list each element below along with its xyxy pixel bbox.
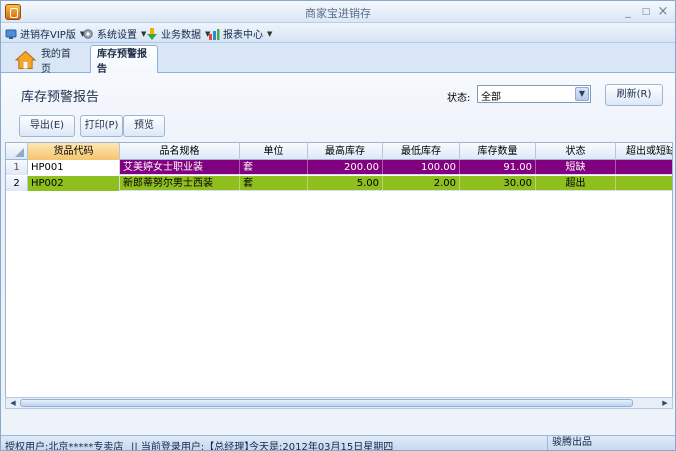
cell-name[interactable]: 艾美婷女士职业装 [120,160,240,175]
chevron-down-icon: ▼ [267,29,273,38]
status-filter-label: 状态: [447,93,471,104]
print-button[interactable]: 打印(P) [80,115,123,137]
gear-icon [83,28,93,39]
download-arrow-icon [147,27,157,40]
scroll-left-icon[interactable]: ◀ [7,398,19,408]
report-panel: 库存预警报告 状态: 全部 ▼ 刷新(R) 导出(E) 打印(P) 预览 货品代… [1,73,675,435]
menu-business-data[interactable]: 业务数据 ▼ [146,26,210,41]
row-index: 2 [6,176,28,191]
scrollbar-thumb[interactable] [20,399,633,407]
menu-system-settings[interactable]: 系统设置 ▼ [82,26,146,41]
cell-max-stock[interactable]: 5.00 [308,176,383,191]
window-title: 商家宝进销存 [305,7,371,20]
cell-unit[interactable]: 套 [240,160,308,175]
page-title: 库存预警报告 [21,90,100,105]
cell-name[interactable]: 新郎蒂努尔男士西装 [120,176,240,191]
bar-chart-icon [209,28,220,40]
tab-inventory-alert-report[interactable]: 库存预警报告 [90,45,158,75]
select-all-corner[interactable] [6,143,28,160]
column-header-excess-shortage[interactable]: 超出或短缺 [616,143,672,160]
menu-label: 业务数据 [161,30,201,41]
table-header: 货品代码 品名规格 单位 最高库存 最低库存 库存数量 状态 超出或短缺 [6,143,672,160]
title-bar: 商家宝进销存 _ □ × [1,1,675,23]
menu-vip-edition[interactable]: 进销存VIP版 ▼ [5,26,85,41]
inventory-alert-table[interactable]: 货品代码 品名规格 单位 最高库存 最低库存 库存数量 状态 超出或短缺 1 H… [5,142,673,406]
export-button[interactable]: 导出(E) [19,115,75,137]
minimize-button[interactable]: _ [621,5,635,19]
tab-home[interactable]: 我的首页 [9,45,85,75]
status-bar: 授权用户:北京*****专卖店 || 当前登录用户:【总经理】 今天是:2012… [1,435,675,450]
tab-active-label: 库存预警报告 [97,49,147,75]
cell-status[interactable]: 短缺 [536,160,616,175]
menu-label: 报表中心 [223,30,263,41]
column-header-unit[interactable]: 单位 [240,143,308,160]
cell-unit[interactable]: 套 [240,176,308,191]
cell-excess-shortage[interactable] [616,160,672,175]
close-button[interactable]: × [656,5,670,19]
column-header-quantity[interactable]: 库存数量 [460,143,536,160]
refresh-button[interactable]: 刷新(R) [605,84,663,106]
menu-label: 系统设置 [97,30,137,41]
cell-quantity[interactable]: 30.00 [460,176,536,191]
home-icon [15,50,36,69]
vendor-text: 骏腾出品 QQ:1219008229 [547,436,675,450]
cell-excess-shortage[interactable] [616,176,672,191]
status-filter-value: 全部 [481,92,501,103]
monitor-icon [5,29,17,39]
menu-label: 进销存VIP版 [20,30,76,41]
table-row[interactable]: 1 HP001 艾美婷女士职业装 套 200.00 100.00 91.00 短… [6,160,672,175]
cell-quantity[interactable]: 91.00 [460,160,536,175]
menu-bar: 进销存VIP版 ▼ 系统设置 ▼ 业务数据 ▼ 报表中心 ▼ [1,23,675,43]
scroll-right-icon[interactable]: ▶ [659,398,671,408]
tab-strip: 我的首页 库存预警报告 [1,43,675,75]
cell-code[interactable]: HP001 [28,160,120,175]
cell-max-stock[interactable]: 200.00 [308,160,383,175]
cell-min-stock[interactable]: 2.00 [383,176,460,191]
maximize-button[interactable]: □ [639,5,653,19]
current-user-text: || 当前登录用户:【总经理】 [131,442,255,451]
column-header-min-stock[interactable]: 最低库存 [383,143,460,160]
cell-min-stock[interactable]: 100.00 [383,160,460,175]
horizontal-scrollbar[interactable]: ◀ ▶ [5,397,673,409]
cell-status[interactable]: 超出 [536,176,616,191]
row-index: 1 [6,160,28,175]
licensed-user-text: 授权用户:北京*****专卖店 [5,442,124,451]
column-header-code[interactable]: 货品代码 [28,143,120,160]
chevron-down-icon[interactable]: ▼ [575,87,589,101]
cell-code[interactable]: HP002 [28,176,120,191]
column-header-name[interactable]: 品名规格 [120,143,240,160]
today-date-text: 今天是:2012年03月15日星期四 [249,442,394,451]
tab-home-label: 我的首页 [40,48,71,75]
menu-report-center[interactable]: 报表中心 ▼ [208,26,272,41]
column-header-max-stock[interactable]: 最高库存 [308,143,383,160]
table-row[interactable]: 2 HP002 新郎蒂努尔男士西装 套 5.00 2.00 30.00 超出 [6,176,672,191]
preview-button[interactable]: 预览 [123,115,165,137]
app-window: 商家宝进销存 _ □ × 进销存VIP版 ▼ 系统设置 ▼ 业务数据 ▼ 报表中… [0,0,676,451]
status-filter-select[interactable]: 全部 ▼ [477,85,591,103]
column-header-status[interactable]: 状态 [536,143,616,160]
